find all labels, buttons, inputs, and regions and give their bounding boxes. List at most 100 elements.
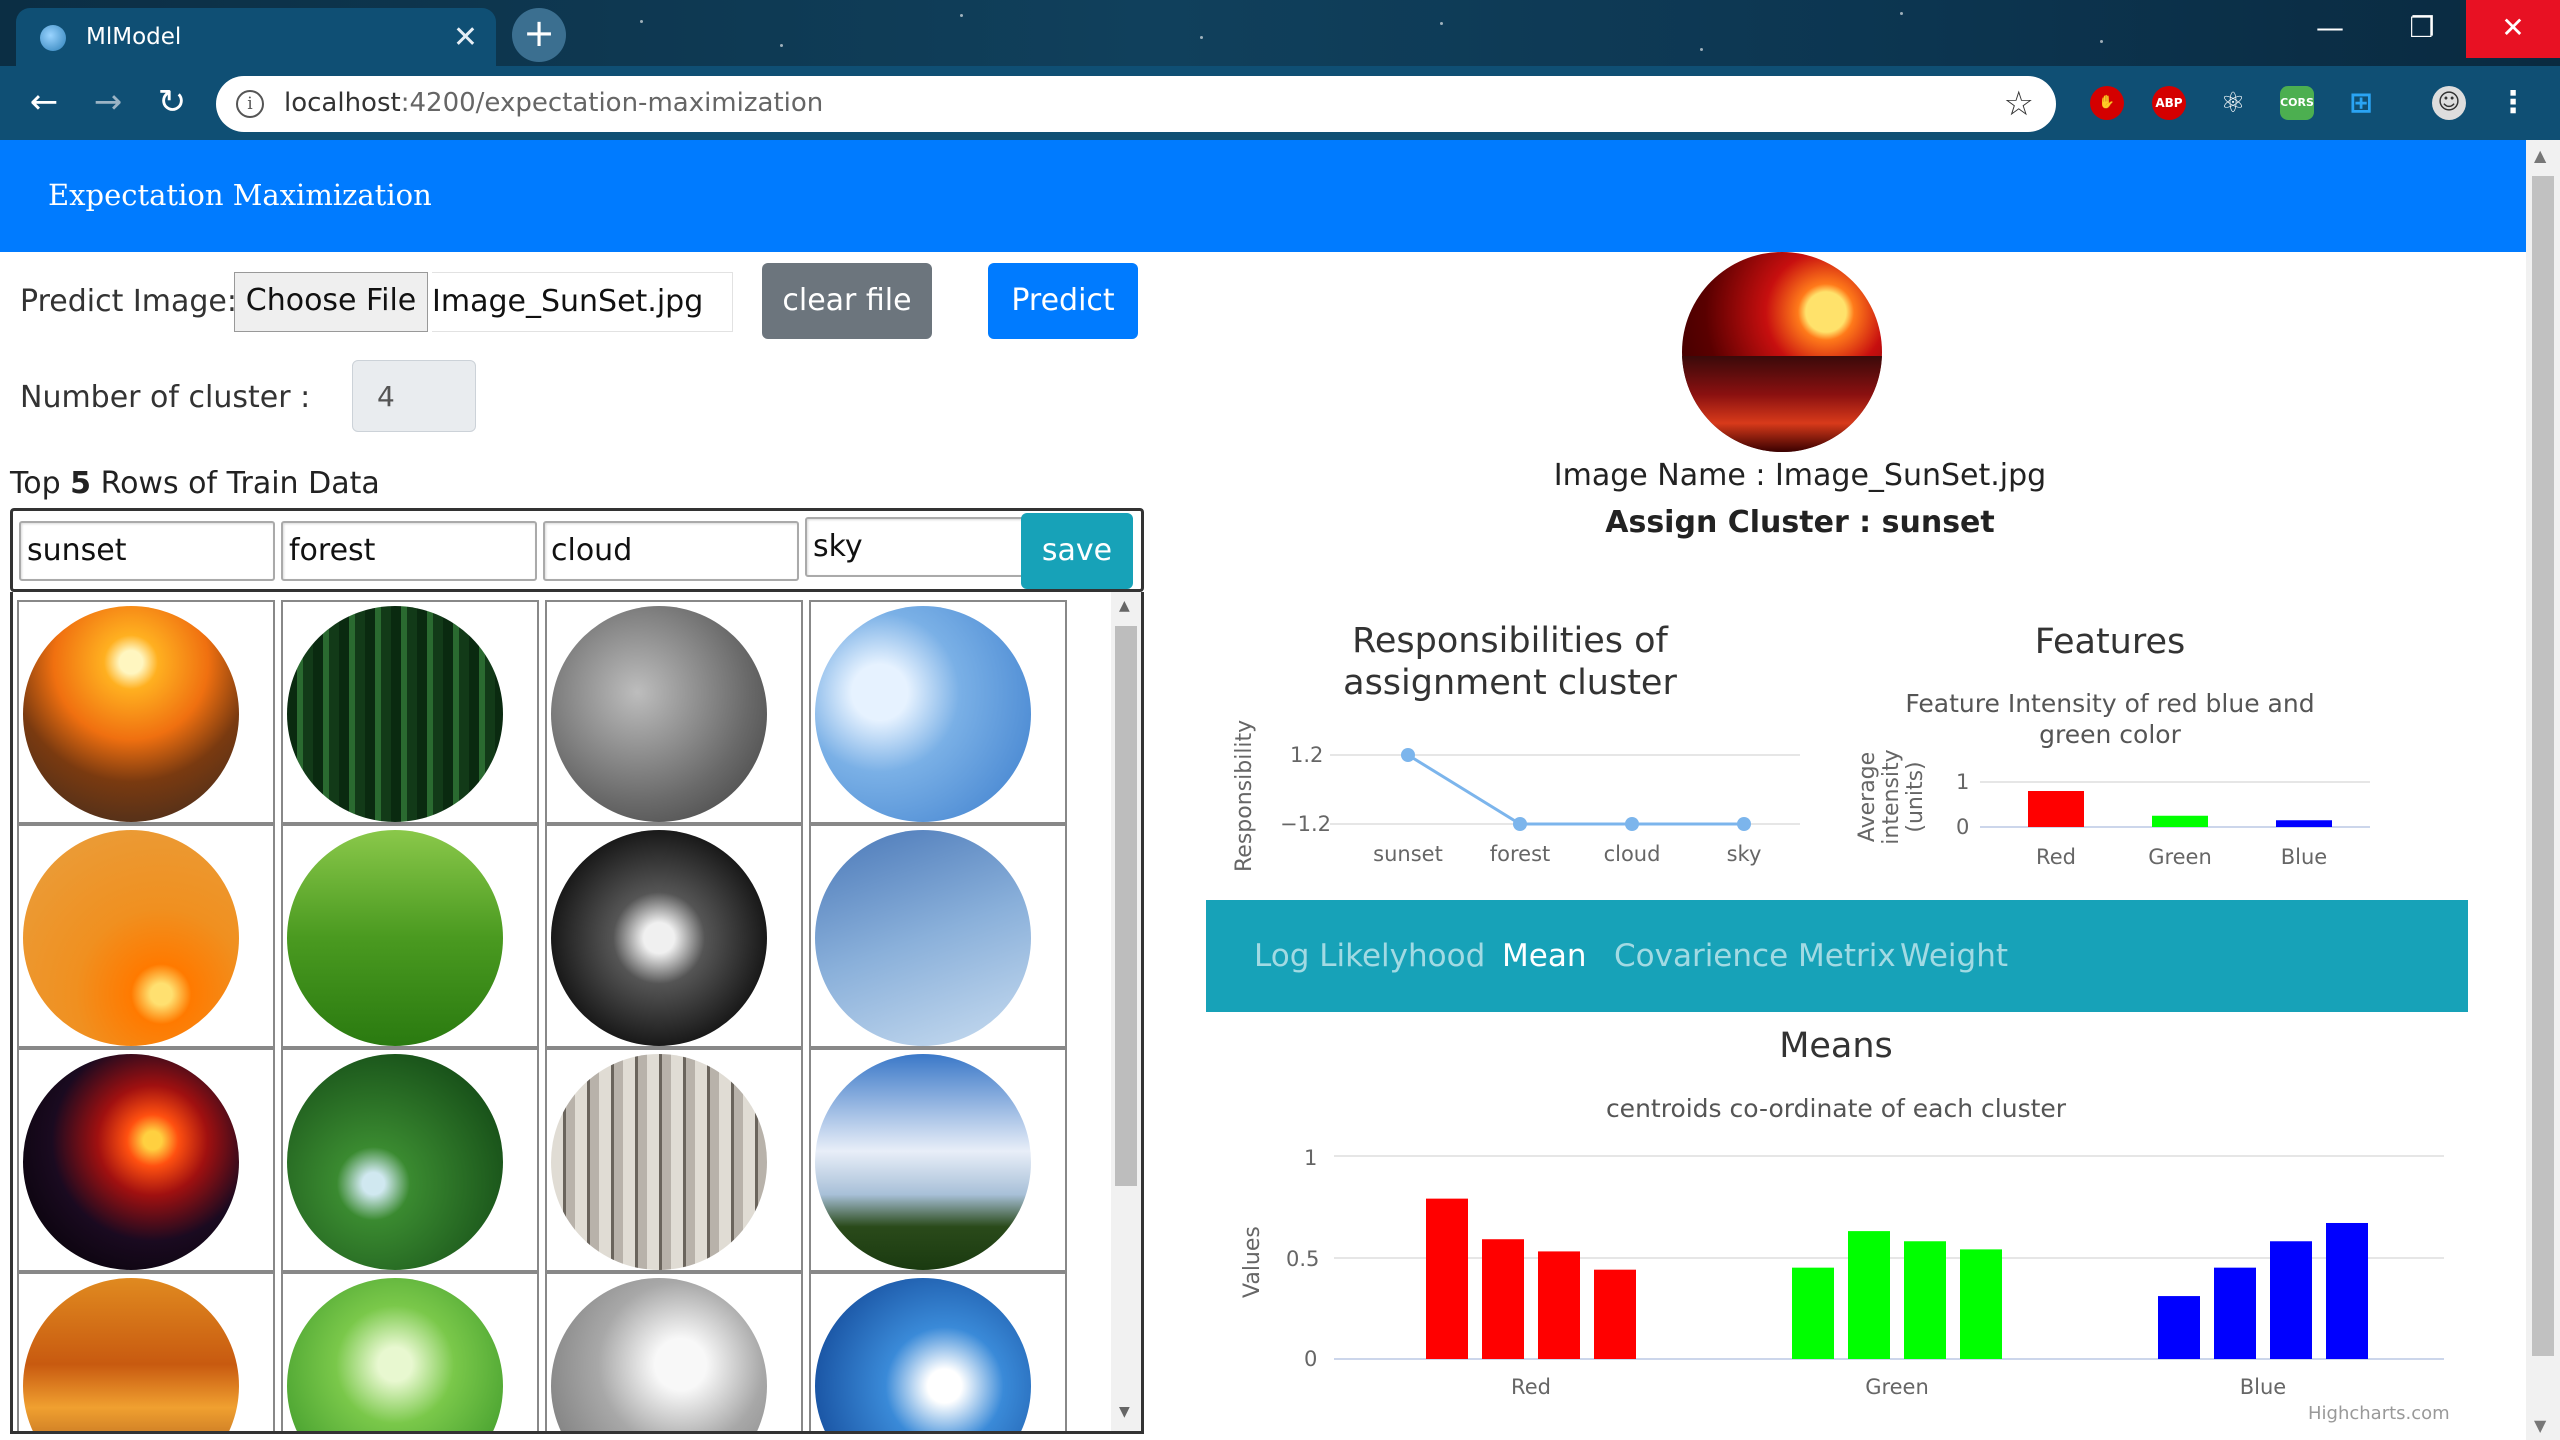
sunset-image	[23, 1054, 239, 1270]
cluster-count-input[interactable]: 4	[352, 360, 476, 432]
close-window-button[interactable]: ✕	[2466, 0, 2560, 58]
x-tick-blue: Blue	[2280, 845, 2328, 869]
cloud-image	[551, 606, 767, 822]
forest-image	[287, 606, 503, 822]
grid-scrollbar[interactable]: ▲ ▼	[1111, 592, 1141, 1431]
clear-file-button[interactable]: clear file	[762, 263, 932, 339]
train-image-grid: ▲ ▼	[10, 592, 1144, 1434]
means-chart	[1334, 1155, 2444, 1360]
mean-bar-green-2[interactable]	[1848, 1231, 1890, 1359]
responsibility-point-sunset[interactable]	[1401, 748, 1415, 762]
x-tick-forest: forest	[1489, 842, 1551, 866]
cloud-image	[551, 1278, 767, 1431]
menu-icon[interactable]: ⋮	[2496, 86, 2530, 120]
scroll-up-icon[interactable]: ▲	[2534, 146, 2546, 165]
scroll-thumb[interactable]	[2532, 176, 2554, 1356]
windows-icon[interactable]: ⊞	[2344, 86, 2378, 120]
predicted-image	[1682, 252, 1882, 452]
feature-bar-blue[interactable]	[2276, 820, 2332, 827]
reload-button[interactable]: ↻	[150, 80, 194, 124]
means-chart-subtitle: centroids co-ordinate of each cluster	[1605, 1094, 2067, 1123]
train-image-cell	[545, 824, 803, 1048]
mean-bar-blue-2[interactable]	[2214, 1267, 2256, 1359]
scroll-down-icon[interactable]: ▼	[2534, 1416, 2546, 1435]
mean-bar-blue-4[interactable]	[2326, 1222, 2368, 1359]
x-tick-green: Green	[1865, 1375, 1929, 1399]
cluster-count-label: Number of cluster :	[20, 380, 311, 415]
mean-bar-green-3[interactable]	[1904, 1241, 1946, 1359]
x-tick-red: Red	[2036, 845, 2076, 869]
page-scrollbar[interactable]: ▲ ▼	[2526, 140, 2560, 1440]
x-tick-red: Red	[1511, 1375, 1551, 1399]
predict-button[interactable]: Predict	[988, 263, 1138, 339]
info-icon[interactable]: i	[236, 90, 264, 118]
responsibility-y-label: Responsibility	[1232, 719, 1257, 872]
mean-bar-red-2[interactable]	[1482, 1239, 1524, 1359]
minimize-button[interactable]: —	[2282, 0, 2378, 58]
tab-log-likelyhood[interactable]: Log Likelyhood	[1254, 938, 1485, 974]
mean-bar-green-4[interactable]	[1960, 1249, 2002, 1359]
back-button[interactable]: ←	[22, 80, 66, 124]
cluster-label-input-3[interactable]: cloud	[543, 521, 799, 581]
y-tick: 1	[1304, 1146, 1318, 1170]
adblock-hand-icon[interactable]: ✋	[2090, 86, 2124, 120]
react-devtools-icon[interactable]: ⚛	[2216, 86, 2250, 120]
train-image-cell	[281, 1272, 539, 1431]
sky-image	[815, 1278, 1031, 1431]
train-image-cell	[809, 1048, 1067, 1272]
mean-bar-red-3[interactable]	[1538, 1251, 1580, 1359]
profile-avatar[interactable]: ☺	[2432, 86, 2466, 120]
responsibility-point-cloud[interactable]	[1625, 817, 1639, 831]
feature-bar-green[interactable]	[2152, 815, 2208, 827]
responsibility-point-sky[interactable]	[1737, 817, 1751, 831]
train-image-cell	[545, 1272, 803, 1431]
favicon-icon	[40, 25, 66, 51]
sunset-image	[23, 830, 239, 1046]
y-tick: −1.2	[1280, 812, 1331, 836]
responsibility-series-line	[1407, 753, 1744, 826]
choose-file-button[interactable]: Choose File	[234, 272, 428, 332]
mean-bar-red-1[interactable]	[1426, 1198, 1468, 1359]
tab-weight[interactable]: Weight	[1900, 938, 2008, 974]
tab-mean[interactable]: Mean	[1502, 938, 1586, 974]
y-tick: 0	[1956, 815, 1970, 839]
browser-tab[interactable]: MlModel ✕	[16, 8, 496, 66]
x-tick-sunset: sunset	[1373, 842, 1443, 866]
x-tick-green: Green	[2148, 845, 2212, 869]
mean-bar-green-1[interactable]	[1792, 1267, 1834, 1359]
file-name-display: Image_SunSet.jpg	[432, 272, 733, 332]
x-tick-sky: sky	[1726, 842, 1762, 866]
restore-button[interactable]: ❐	[2374, 0, 2470, 58]
means-chart-title: Means	[1779, 1026, 1893, 1066]
grid-scroll-thumb[interactable]	[1115, 626, 1137, 1186]
mean-bar-blue-1[interactable]	[2158, 1296, 2200, 1359]
new-tab-button[interactable]: +	[512, 8, 566, 62]
url-text: localhost:4200/expectation-maximization	[284, 88, 824, 118]
save-button[interactable]: save	[1021, 513, 1133, 589]
cluster-label-input-2[interactable]: forest	[281, 521, 537, 581]
highcharts-credits[interactable]: Highcharts.com	[2308, 1403, 2450, 1424]
assigned-cluster-text: Assign Cluster : sunset	[1605, 505, 1995, 540]
means-y-label: Values	[1240, 1226, 1265, 1298]
features-y-label: Average intensity (units)	[1855, 749, 1928, 845]
responsibility-point-forest[interactable]	[1513, 817, 1527, 831]
mean-bar-blue-3[interactable]	[2270, 1241, 2312, 1359]
tab-covarience-metrix[interactable]: Covarience Metrix	[1614, 938, 1896, 974]
bookmark-star-icon[interactable]: ☆	[2004, 84, 2034, 124]
mean-bar-red-4[interactable]	[1594, 1269, 1636, 1359]
sky-image	[815, 830, 1031, 1046]
cors-icon[interactable]: CORS	[2280, 86, 2314, 120]
abp-icon[interactable]: ABP	[2152, 86, 2186, 120]
tab-title: MlModel	[86, 24, 182, 50]
feature-bar-red[interactable]	[2028, 791, 2084, 827]
forward-button[interactable]: →	[86, 80, 130, 124]
cluster-label-input-1[interactable]: sunset	[19, 521, 275, 581]
scroll-down-icon[interactable]: ▼	[1119, 1404, 1130, 1420]
close-tab-icon[interactable]: ✕	[453, 20, 478, 55]
train-image-cell	[809, 600, 1067, 824]
train-image-cell	[17, 1272, 275, 1431]
scroll-up-icon[interactable]: ▲	[1119, 598, 1130, 614]
address-bar[interactable]: i localhost:4200/expectation-maximizatio…	[216, 76, 2056, 132]
cloud-image	[551, 1054, 767, 1270]
app-title: Expectation Maximization	[48, 178, 432, 212]
